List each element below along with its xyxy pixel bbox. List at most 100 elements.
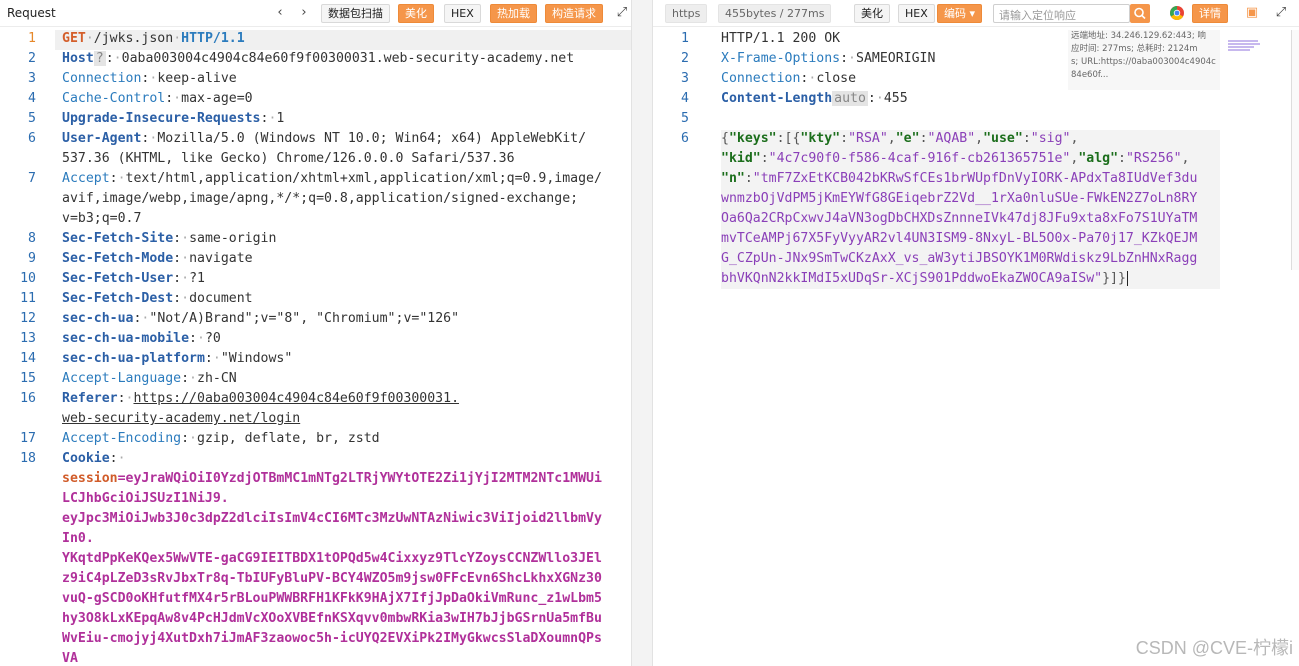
- request-editor[interactable]: 1 GET·/jwks.json·HTTP/1.1 2 Host?:·0aba0…: [0, 30, 631, 666]
- remote-info-line: 84e60f...: [1071, 70, 1109, 80]
- request-line: 13 sec-ch-ua-mobile:·?0: [0, 330, 631, 350]
- chrome-icon[interactable]: [1169, 5, 1185, 21]
- request-line-wrap: web-security-academy.net/login: [0, 410, 631, 430]
- request-line-wrap: eyJpc3MiOiJwb3J0c3dpZ2dlciIsImV4cCI6MTc3…: [0, 510, 631, 530]
- expand-icon[interactable]: ⤢: [614, 5, 630, 21]
- request-line: 12 sec-ch-ua:·"Not/A)Brand";v="8", "Chro…: [0, 310, 631, 330]
- request-line-wrap: LCJhbGciOiJSUzI1NiJ9.: [0, 490, 631, 510]
- comment-icon[interactable]: ▣: [1244, 5, 1260, 21]
- header-key: Cache-Control: [62, 91, 166, 106]
- request-line-wrap: v=b3;q=0.7: [0, 210, 631, 230]
- response-hex-button[interactable]: HEX: [898, 4, 935, 23]
- request-line-wrap: hy3O8kLxKEpqAw8v4PcHJdmVcXOoXVBEfnKSXqvv…: [0, 610, 631, 630]
- hot-load-button[interactable]: 热加载: [490, 4, 537, 23]
- response-line-wrap: "kid":"4c7c90f0-f586-4caf-916f-cb2613657…: [721, 151, 1190, 166]
- header-value: navigate: [189, 251, 253, 266]
- header-key: sec-ch-ua: [62, 311, 134, 326]
- referer-link[interactable]: https://0aba003004c4904c84e60f9f00300031…: [133, 391, 459, 406]
- line-number: 8: [28, 231, 36, 246]
- line-number: 1: [681, 31, 689, 46]
- packet-scan-button[interactable]: 数据包扫描: [321, 4, 390, 23]
- header-key: sec-ch-ua-mobile: [62, 331, 190, 346]
- json-string-wrap: mvTCeAMPj67X5FyVyyAR2vl4UN3ISM9-8NxyL-BL…: [721, 231, 1198, 246]
- response-line: 5: [653, 110, 1299, 130]
- request-line: 18 Cookie:·: [0, 450, 631, 470]
- json-string: "RS256": [1125, 151, 1182, 166]
- construct-request-button[interactable]: 构造请求: [545, 4, 603, 23]
- header-key: X-Frame-Options: [721, 51, 841, 66]
- json-string-wrap: G_CZpUn-JNx9SmTwCKzAxX_vs_aW3ytiJBSOYK1M…: [721, 251, 1198, 266]
- line-number: 3: [28, 71, 36, 86]
- chevron-right-icon[interactable]: ›: [296, 5, 312, 21]
- line-number: 2: [681, 51, 689, 66]
- scrollbar[interactable]: [1291, 30, 1299, 270]
- line-number: 7: [28, 171, 36, 186]
- line-number: 3: [681, 71, 689, 86]
- cookie-value-wrap: VA: [62, 651, 78, 666]
- header-value-wrap: 537.36 (KHTML, like Gecko) Chrome/126.0.…: [62, 151, 515, 166]
- line-number: 9: [28, 251, 36, 266]
- details-button[interactable]: 详情: [1192, 4, 1228, 23]
- request-line: 5 Upgrade-Insecure-Requests:·1: [0, 110, 631, 130]
- response-line-wrap: "n":"tmF7ZxEtKCB042bKRwSfCEs1brWUpfDnVyI…: [721, 171, 1198, 186]
- size-time-badge: 455bytes / 277ms: [718, 4, 832, 23]
- request-line-wrap: session=eyJraWQiOiI0YzdjOTBmMC1mNTg2LTRj…: [62, 471, 602, 486]
- response-toolbar: https 455bytes / 277ms 美化 HEX 编码 ▾ 请输入定位…: [653, 0, 1299, 27]
- watermark: CSDN @CVE-柠檬i: [1135, 638, 1293, 658]
- line-number: 11: [20, 291, 36, 306]
- response-beautify-button[interactable]: 美化: [854, 4, 890, 23]
- pane-divider[interactable]: [631, 0, 653, 666]
- line-number: 4: [681, 91, 689, 106]
- request-line: 8 Sec-Fetch-Site:·same-origin: [0, 230, 631, 250]
- chevron-left-icon[interactable]: ‹: [272, 5, 288, 21]
- line-number: 2: [28, 51, 36, 66]
- header-key: Content-Length: [721, 91, 833, 106]
- header-value: keep-alive: [157, 71, 237, 86]
- header-key: Connection: [721, 71, 801, 86]
- line-number: 12: [20, 311, 36, 326]
- header-value: 455: [883, 91, 908, 106]
- line-number: 16: [20, 391, 36, 406]
- request-toolbar: Request ‹ › 数据包扫描 美化 HEX 热加载 构造请求 ⤢: [0, 0, 631, 27]
- header-value: "Windows": [220, 351, 293, 366]
- json-key: "keys": [728, 131, 777, 146]
- json-string: "4c7c90f0-f586-4caf-916f-cb261365751e": [768, 151, 1071, 166]
- cookie-value-wrap: hy3O8kLxKEpqAw8v4PcHJdmVcXOoXVBEfnKSXqvv…: [62, 611, 602, 626]
- response-line: 4 Content-Length auto:·455: [653, 90, 1299, 110]
- request-line: 2 Host?:·0aba003004c4904c84e60f9f0030003…: [0, 50, 631, 70]
- header-key: Accept-Encoding: [62, 431, 182, 446]
- cookie-value-wrap: YKqtdPpKeKQex5WwVTE-gaCG9IEITBDX1tOPQd5w…: [62, 551, 602, 566]
- hex-button[interactable]: HEX: [444, 4, 481, 23]
- search-input[interactable]: 请输入定位响应: [993, 4, 1130, 23]
- referer-link-wrap[interactable]: web-security-academy.net/login: [62, 411, 300, 426]
- response-editor[interactable]: 1 HTTP/1.1 200 OK 2 X-Frame-Options:·SAM…: [653, 30, 1299, 666]
- response-pane: https 455bytes / 277ms 美化 HEX 编码 ▾ 请输入定位…: [653, 0, 1299, 666]
- header-value: gzip, deflate, br, zstd: [197, 431, 380, 446]
- line-number: 14: [20, 351, 36, 366]
- expand-icon[interactable]: ⤢: [1273, 5, 1289, 21]
- header-value: max-age=0: [181, 91, 253, 106]
- request-line: 7 Accept:·text/html,application/xhtml+xm…: [0, 170, 631, 190]
- minimap[interactable]: [1228, 40, 1260, 54]
- response-line-wrap: mvTCeAMPj67X5FyVyyAR2vl4UN3ISM9-8NxyL-BL…: [653, 230, 1299, 250]
- encoding-label: 编码: [944, 7, 966, 20]
- response-line-wrap: G_CZpUn-JNx9SmTwCKzAxX_vs_aW3ytiJBSOYK1M…: [653, 250, 1299, 270]
- search-icon: [1134, 7, 1146, 20]
- request-line: 11 Sec-Fetch-Dest:·document: [0, 290, 631, 310]
- search-button[interactable]: [1130, 4, 1150, 23]
- encoding-dropdown[interactable]: 编码 ▾: [937, 4, 983, 23]
- header-value: SAMEORIGIN: [856, 51, 936, 66]
- line-number: 13: [20, 331, 36, 346]
- cookie-value-wrap: In0.: [62, 531, 94, 546]
- cookie-value-wrap: WvEiu-cmojyj4XutDxh7iJmAF3zaowoc5h-icUYQ…: [62, 631, 602, 646]
- line-number: 17: [20, 431, 36, 446]
- remote-info-line: s; URL:https://0aba003004c4904c: [1071, 57, 1216, 67]
- header-key: sec-ch-ua-platform: [62, 351, 205, 366]
- header-value: document: [189, 291, 253, 306]
- request-line: 10 Sec-Fetch-User:·?1: [0, 270, 631, 290]
- beautify-button[interactable]: 美化: [398, 4, 434, 23]
- response-line-wrap: bhVKQnN2kkIMdI5xUDqSr-XCjS901PddwoEkaZWO…: [721, 271, 1128, 286]
- header-value: ?0: [204, 331, 221, 346]
- header-key: Referer: [62, 391, 118, 406]
- json-key: "kty": [800, 131, 841, 146]
